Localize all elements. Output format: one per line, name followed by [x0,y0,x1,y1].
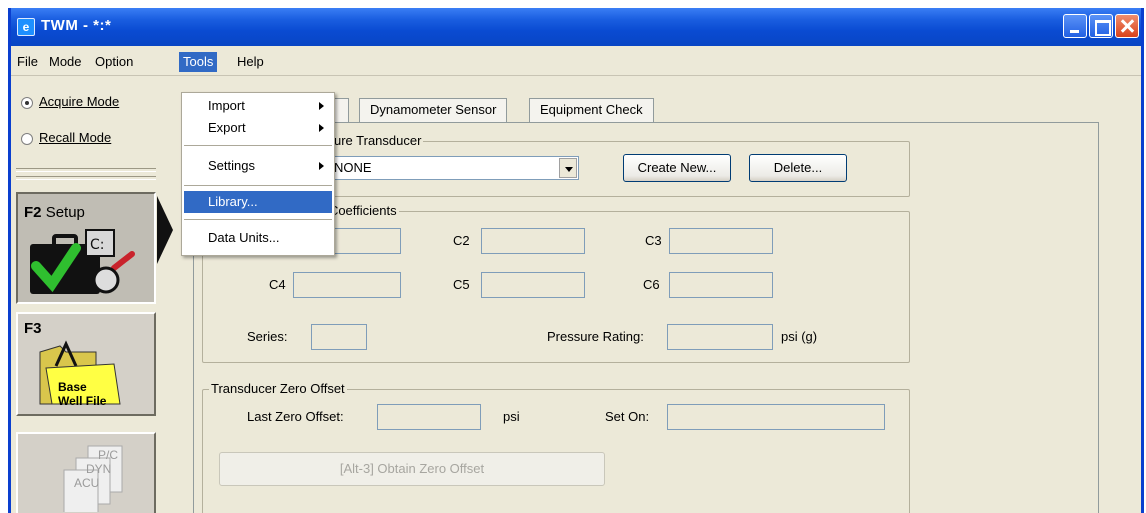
page-label-pc: P/C [98,448,119,462]
folder-label: Base Well File [58,380,107,408]
divider [16,168,156,172]
c6-field[interactable] [669,272,773,298]
f2-setup-label: F2 Setup [24,204,85,221]
pressure-rating-unit: psi (g) [781,329,818,344]
c3-field[interactable] [669,228,773,254]
menu-item-settings[interactable]: Settings [184,155,332,177]
pressure-rating-field[interactable] [667,324,773,350]
c4-field[interactable] [293,272,401,298]
menu-tools[interactable]: Tools [179,52,218,72]
divider [16,176,156,180]
radio-unchecked-icon [21,132,33,145]
zero-offset-group: Transducer Zero Offset Last Zero Offset:… [202,381,910,513]
f4-data-button[interactable]: P/C DYN ACU [16,432,156,513]
series-label: Series: [247,329,288,344]
pressure-rating-label: Pressure Rating: [547,329,644,344]
maximize-button[interactable] [1089,14,1113,38]
f3-label: F3 [24,320,42,337]
c5-label: C5 [453,277,470,292]
last-zero-offset-field[interactable] [377,404,481,430]
last-zero-offset-label: Last Zero Offset: [247,409,344,424]
chevron-down-icon[interactable] [559,158,577,178]
app-icon: e [17,18,35,36]
submenu-arrow-icon [319,162,324,170]
f2-setup-button[interactable]: F2 Setup C: [16,192,156,304]
menu-file[interactable]: File [13,52,42,72]
tab-dynamometer-sensor[interactable]: Dynamometer Sensor [359,98,508,122]
close-button[interactable] [1115,14,1139,38]
window-title: TWM - *:* [41,17,112,34]
title-bar[interactable]: e TWM - *:* [11,8,1141,46]
transducer-select-value: NONE [334,160,372,175]
menu-option[interactable]: Option [91,52,137,72]
submenu-arrow-icon [319,102,324,110]
c6-label: C6 [643,277,660,292]
menu-item-data-units[interactable]: Data Units... [184,227,332,249]
menu-separator [184,219,332,221]
page-label-acu: ACU [74,476,100,490]
menu-item-import[interactable]: Import [184,95,332,117]
menu-help[interactable]: Help [233,52,268,72]
menu-item-library[interactable]: Library... [184,191,332,213]
acquire-mode-radio[interactable]: Acquire Mode [21,94,119,112]
menu-item-export[interactable]: Export [184,117,332,139]
zero-offset-unit: psi [503,409,520,424]
delete-button[interactable]: Delete... [749,154,847,182]
radio-checked-icon [21,96,33,109]
set-on-field[interactable] [667,404,885,430]
minimize-button[interactable] [1063,14,1087,38]
tools-menu: Import Export Settings Library... Data U… [181,92,335,256]
app-window: e TWM - *:* File Mode Option Tools Help … [8,8,1144,513]
menu-bar: File Mode Option Tools Help [11,48,1141,76]
c3-label: C3 [645,233,662,248]
acquire-mode-label: Acquire Mode [39,94,120,109]
group-title: Transducer Zero Offset [209,381,347,396]
c2-label: C2 [453,233,470,248]
obtain-zero-offset-button[interactable]: [Alt-3] Obtain Zero Offset [219,452,605,486]
series-field[interactable] [311,324,367,350]
tab-equipment-check[interactable]: Equipment Check [529,98,654,122]
menu-separator [184,185,332,187]
c5-field[interactable] [481,272,585,298]
recall-mode-radio[interactable]: Recall Mode [21,130,111,148]
svg-text:C:: C: [90,237,105,253]
menu-separator [184,145,332,147]
f3-base-well-file-button[interactable]: F3 Base Well File [16,312,156,416]
submenu-arrow-icon [319,124,324,132]
mode-sidebar: Acquire Mode Recall Mode F2 Setup C: F3 [11,80,161,513]
menu-mode[interactable]: Mode [45,52,86,72]
page-label-dyn: DYN [86,462,112,476]
create-new-button[interactable]: Create New... [623,154,731,182]
toolbox-icon: C: [30,229,135,294]
selection-arrow-icon [157,196,173,264]
c4-label: C4 [269,277,286,292]
set-on-label: Set On: [605,409,650,424]
c2-field[interactable] [481,228,585,254]
transducer-select[interactable]: NONE [329,156,579,180]
c1-field[interactable] [331,228,401,254]
recall-mode-label: Recall Mode [39,130,112,145]
